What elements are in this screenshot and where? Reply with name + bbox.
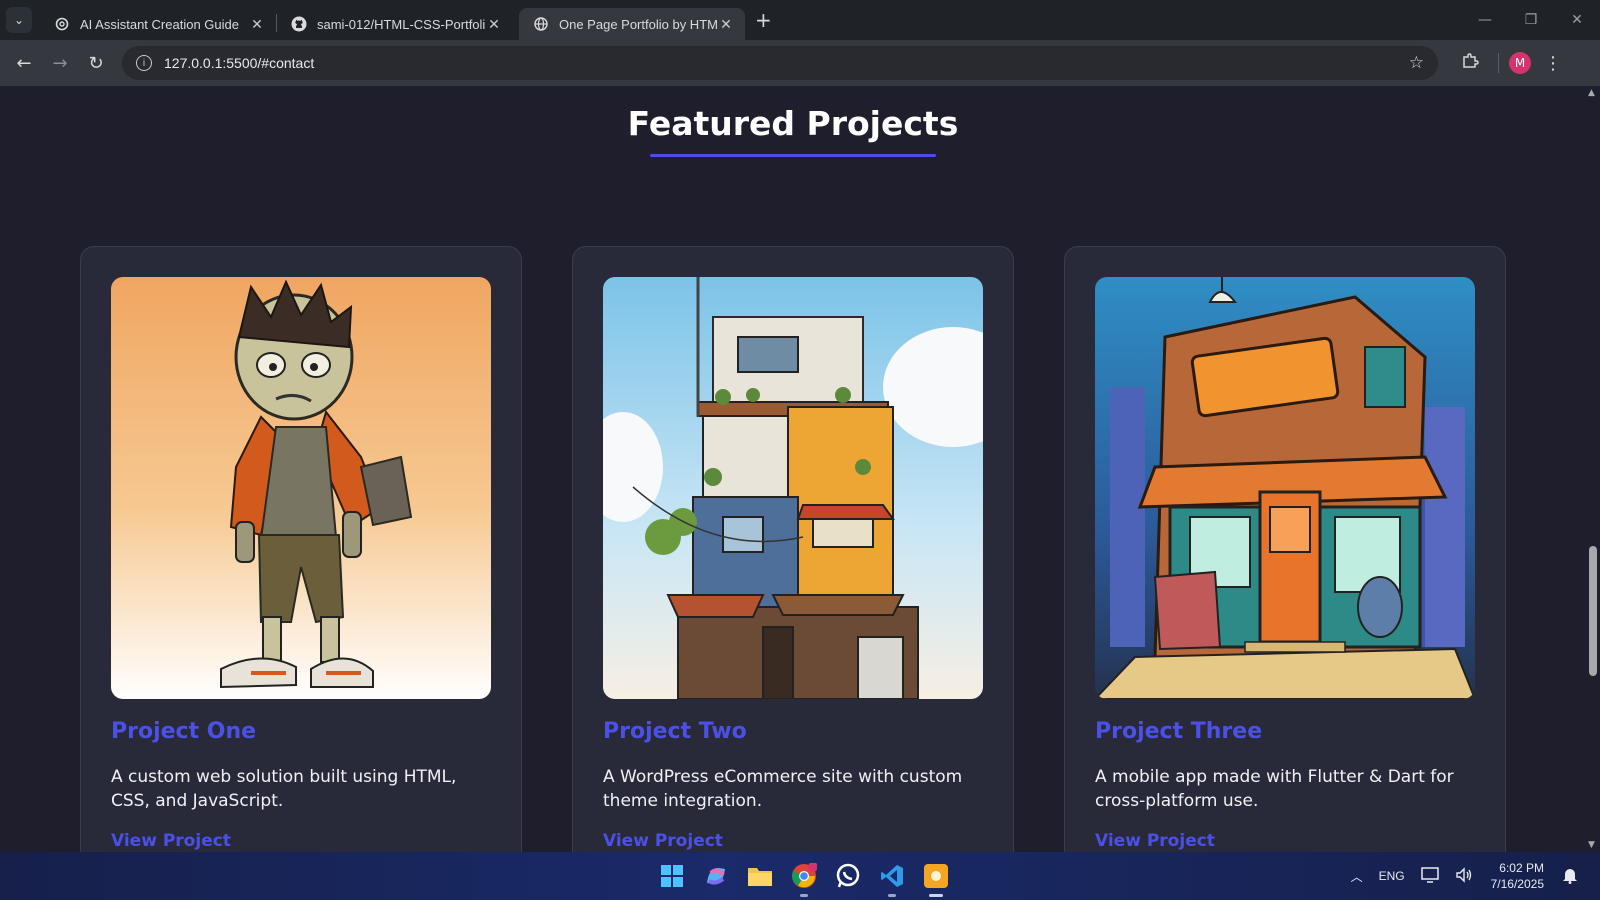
project-title: Project One: [111, 719, 257, 744]
project-title: Project Three: [1095, 719, 1263, 744]
system-tray: ︿ ENG 6:02 PM 7/16/2025: [1343, 852, 1586, 900]
chrome-icon[interactable]: [786, 858, 822, 897]
tab-3-active[interactable]: One Page Portfolio by HTML CS ✕: [519, 8, 745, 40]
tab-title: AI Assistant Creation Guide: [80, 16, 239, 32]
toolbar: ← → ↻ i 127.0.0.1:5500/#contact ☆ M ⋮: [0, 40, 1600, 86]
menu-more-icon[interactable]: ⋮: [1535, 53, 1571, 74]
project-description: A mobile app made with Flutter & Dart fo…: [1095, 767, 1454, 811]
page-viewport: Featured Projects Project One A custom w…: [0, 86, 1586, 852]
copilot-icon[interactable]: [698, 858, 734, 894]
project-card: Project Three A mobile app made with Flu…: [1064, 246, 1506, 852]
address-bar[interactable]: i 127.0.0.1:5500/#contact ☆: [122, 46, 1438, 80]
project-card: Project Two A WordPress eCommerce site w…: [572, 246, 1014, 852]
view-project-link[interactable]: View Project: [603, 831, 723, 851]
language-indicator[interactable]: ENG: [1379, 869, 1405, 883]
scrollbar-thumb[interactable]: [1589, 546, 1597, 676]
view-project-link[interactable]: View Project: [1095, 831, 1215, 851]
tab-title: sami-012/HTML-CSS-Portfolio: [317, 16, 485, 32]
github-icon: [291, 16, 307, 32]
close-tab-icon[interactable]: ✕: [717, 16, 735, 33]
view-project-link[interactable]: View Project: [111, 831, 231, 851]
project-one-image: [111, 277, 491, 699]
scroll-up-icon[interactable]: ▲: [1588, 88, 1595, 98]
close-tab-icon[interactable]: ✕: [485, 16, 503, 33]
running-indicator: [929, 894, 943, 897]
vscode-icon[interactable]: [874, 858, 910, 897]
close-tab-icon[interactable]: ✕: [248, 16, 266, 33]
notification-bell-icon[interactable]: [1562, 866, 1578, 887]
project-description: A custom web solution built using HTML, …: [111, 767, 457, 811]
clock-time: 6:02 PM: [1499, 861, 1544, 875]
site-info-icon[interactable]: i: [136, 55, 152, 71]
chevron-up-icon[interactable]: ︿: [1351, 868, 1363, 885]
openai-icon: [54, 16, 70, 32]
project-description: A WordPress eCommerce site with custom t…: [603, 767, 963, 811]
app-icon[interactable]: [918, 858, 954, 897]
globe-icon: [533, 16, 549, 32]
new-tab-button[interactable]: +: [755, 8, 772, 32]
forward-button[interactable]: →: [42, 53, 78, 74]
bookmark-star-icon[interactable]: ☆: [1409, 53, 1424, 73]
project-card: Project One A custom web solution built …: [80, 246, 522, 852]
page-scrollbar[interactable]: ▲ ▼: [1586, 86, 1600, 852]
tab-title: One Page Portfolio by HTML CS: [559, 16, 717, 32]
windows-start-icon[interactable]: [654, 858, 690, 894]
close-window-icon[interactable]: ✕: [1554, 0, 1600, 40]
back-button[interactable]: ←: [6, 53, 42, 74]
profile-avatar[interactable]: M: [1509, 52, 1531, 74]
taskbar-apps: [650, 858, 958, 897]
tab-search-button[interactable]: ⌄: [6, 7, 32, 33]
file-explorer-icon[interactable]: [742, 858, 778, 894]
windows-taskbar: ︿ ENG 6:02 PM 7/16/2025: [0, 852, 1600, 900]
clock-date: 7/16/2025: [1490, 877, 1544, 891]
restore-icon[interactable]: ❐: [1508, 0, 1554, 40]
window-controls: — ❐ ✕: [1462, 0, 1600, 40]
toolbar-divider: [1498, 53, 1499, 73]
tab-1[interactable]: AI Assistant Creation Guide ✕: [40, 8, 276, 40]
section-title: Featured Projects: [627, 104, 959, 143]
whatsapp-icon[interactable]: [830, 858, 866, 894]
project-title: Project Two: [603, 719, 747, 744]
url-text: 127.0.0.1:5500/#contact: [164, 55, 315, 71]
tab-2[interactable]: sami-012/HTML-CSS-Portfolio ✕: [277, 8, 513, 40]
project-two-image: [603, 277, 983, 699]
running-indicator: [888, 894, 896, 897]
network-icon[interactable]: [1420, 866, 1439, 886]
title-underline: [650, 154, 936, 157]
minimize-icon[interactable]: —: [1462, 0, 1508, 40]
clock[interactable]: 6:02 PM 7/16/2025: [1491, 860, 1544, 892]
volume-icon[interactable]: [1455, 866, 1473, 886]
scroll-down-icon[interactable]: ▼: [1588, 840, 1595, 850]
tab-strip: ⌄ AI Assistant Creation Guide ✕ sami-012…: [0, 0, 1600, 40]
reload-button[interactable]: ↻: [78, 53, 114, 74]
extensions-icon[interactable]: [1452, 52, 1488, 75]
project-three-image: [1095, 277, 1475, 699]
running-indicator: [800, 894, 808, 897]
